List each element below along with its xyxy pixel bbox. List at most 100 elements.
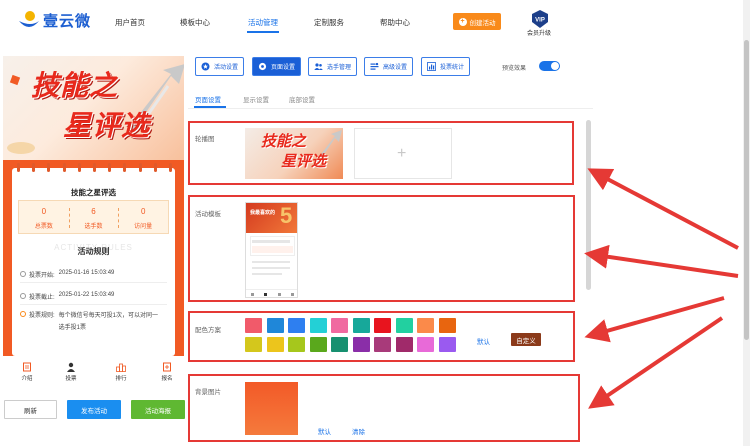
color-swatch-19[interactable] (438, 336, 456, 352)
color-swatch-2[interactable] (288, 318, 305, 333)
color-swatch-14[interactable] (331, 336, 348, 352)
publish-activity-button[interactable]: 发布活动 (67, 400, 121, 419)
color-swatch-10[interactable] (245, 336, 262, 352)
stat-contestants: 6 选手数 (68, 201, 119, 233)
color-swatch-15[interactable] (352, 336, 370, 352)
nav-item-help[interactable]: 帮助中心 (380, 17, 410, 28)
button-label: 选手管理 (327, 65, 352, 71)
vote-statistics-button[interactable]: 投票统计 (421, 57, 471, 76)
top-navbar: 壹云微 用户首页 模板中心 活动管理 定制服务 帮助中心 + 创建活动 VIP … (0, 0, 750, 42)
tab-intro[interactable]: 介绍 (15, 362, 39, 382)
ring (47, 163, 51, 172)
ring (17, 163, 20, 172)
template-thumb-line (252, 261, 290, 263)
refresh-button[interactable]: 刷新 (4, 400, 57, 419)
color-swatch-6[interactable] (374, 318, 391, 333)
background-default-link[interactable]: 默认 (318, 426, 331, 436)
color-swatch-7[interactable] (395, 318, 413, 333)
color-swatch-3[interactable] (309, 318, 327, 333)
tab-signup[interactable]: 报名 (155, 362, 179, 382)
color-swatch-5[interactable] (352, 318, 370, 333)
carousel-image[interactable]: 技能之 星评选 (245, 128, 343, 179)
ring (92, 163, 96, 172)
color-swatch-9[interactable] (438, 318, 456, 333)
template-thumbnail[interactable]: 我最喜欢的 5 (245, 202, 298, 298)
vip-upgrade-label[interactable]: 会员升级 (527, 28, 551, 37)
template-thumb-line (252, 273, 282, 275)
tab-vote[interactable]: 投票 (59, 362, 83, 382)
nav-item-activities[interactable]: 活动管理 (248, 17, 278, 28)
color-swatch-16[interactable] (374, 336, 391, 352)
banner-title-line1: 技能之 (31, 70, 119, 101)
stat-visits: 0 访问量 (118, 201, 168, 233)
vip-badge-icon[interactable]: VIP (530, 9, 550, 29)
ring (108, 163, 112, 172)
brand-name: 壹云微 (43, 12, 92, 30)
stat-value: 0 (41, 207, 47, 216)
template-thumb-number: 5 (280, 203, 293, 228)
stats-panel: 0 总票数 6 选手数 0 访问量 (18, 200, 169, 234)
button-label: 活动设置 (214, 65, 239, 71)
vip-badge-text: VIP (535, 18, 545, 24)
color-swatch-1[interactable] (266, 318, 284, 333)
nav-item-home[interactable]: 用户首页 (115, 17, 145, 28)
clock-icon (20, 270, 26, 277)
create-activity-button[interactable]: + 创建活动 (453, 13, 501, 30)
activity-settings-button[interactable]: 活动设置 (195, 57, 245, 76)
background-image-preview[interactable] (245, 382, 298, 435)
signup-icon (163, 362, 171, 372)
color-swatch-8[interactable] (417, 318, 434, 333)
color-swatch-12[interactable] (288, 336, 305, 352)
subtab-footer-settings[interactable]: 底部设置 (289, 94, 315, 104)
page-scrollbar-thumb[interactable] (744, 40, 749, 340)
color-swatch-0[interactable] (245, 318, 262, 333)
stat-value: 0 (140, 207, 146, 216)
divider (20, 282, 167, 283)
user-icon (67, 362, 75, 372)
subtab-display-settings[interactable]: 显示设置 (243, 94, 269, 104)
settings-scrollbar[interactable] (586, 120, 591, 290)
rule-label: 投票截止: (29, 295, 55, 301)
mobile-preview: 技能之 星评选 技能之星评选 0 总票数 6 选手数 0 访问量 ACTIVIT… (3, 56, 184, 356)
ring (168, 163, 172, 172)
advanced-settings-button[interactable]: 高级设置 (364, 57, 414, 76)
nav-item-templates[interactable]: 模板中心 (180, 17, 210, 28)
preview-effect-label: 预览效果 (502, 66, 527, 72)
page-settings-button[interactable]: 页面设置 (252, 57, 302, 76)
color-swatch-4[interactable] (331, 318, 348, 333)
color-swatch-11[interactable] (266, 336, 284, 352)
nav-item-custom[interactable]: 定制服务 (314, 17, 344, 28)
ring (77, 163, 81, 172)
brand-logo[interactable]: 壹云微 (17, 9, 91, 31)
color-scheme-label: 配色方案 (195, 327, 221, 334)
tab-ranking[interactable]: 排行 (109, 362, 133, 382)
preview-banner: 技能之 星评选 (3, 56, 184, 160)
color-default-link[interactable]: 默认 (477, 336, 490, 346)
color-swatch-17[interactable] (395, 336, 413, 352)
rule-value: 2025-01-16 15:03:49 (58, 270, 115, 276)
dot (264, 293, 268, 296)
tab-label: 报名 (161, 376, 173, 382)
add-carousel-image-button[interactable]: + (354, 128, 452, 179)
color-swatch-13[interactable] (309, 336, 327, 352)
custom-color-button[interactable]: 自定义 (511, 333, 541, 346)
button-label: 投票统计 (440, 65, 465, 71)
dot (251, 293, 255, 296)
page-scrollbar[interactable] (743, 0, 750, 446)
divider (20, 304, 167, 305)
arrow-to-carousel (587, 168, 739, 250)
stat-label: 访问量 (134, 224, 153, 230)
tab-label: 排行 (115, 376, 127, 382)
activity-title: 技能之星评选 (71, 188, 116, 197)
card-binding-rings (17, 163, 172, 173)
background-clear-link[interactable]: 清除 (352, 426, 365, 436)
nav-active-indicator (247, 31, 279, 33)
color-swatch-18[interactable] (417, 336, 434, 352)
activity-poster-button[interactable]: 活动海报 (131, 400, 185, 419)
subtab-page-settings[interactable]: 页面设置 (195, 94, 221, 104)
preview-effect-toggle[interactable] (539, 61, 560, 71)
stat-value: 6 (91, 207, 96, 216)
button-label: 高级设置 (383, 65, 408, 71)
contestant-management-button[interactable]: 选手管理 (308, 57, 358, 76)
tab-label: 投票 (65, 376, 77, 382)
